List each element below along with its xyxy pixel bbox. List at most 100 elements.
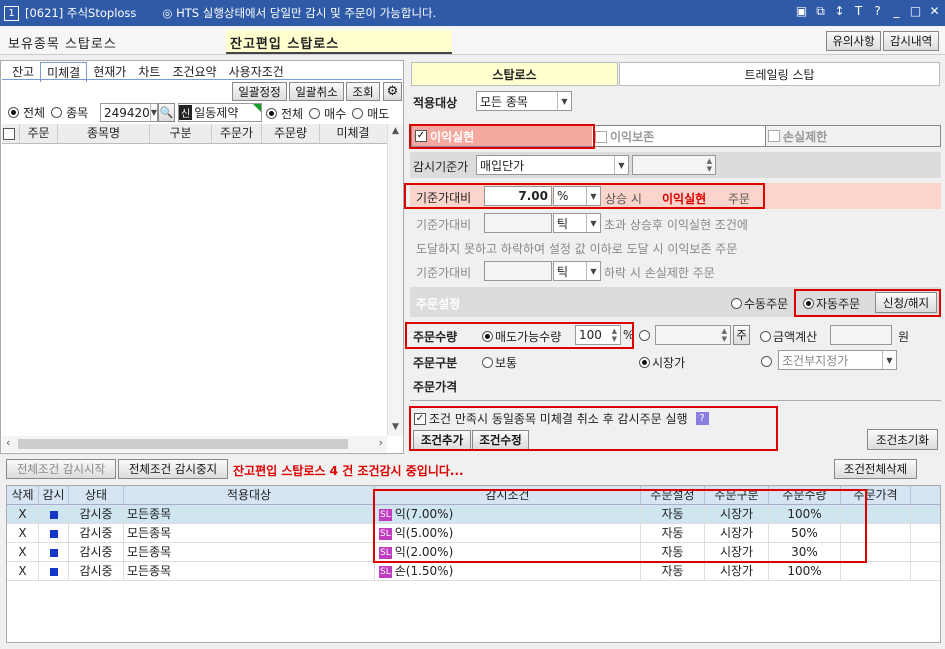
cond-price-select[interactable]: 조건부지정가 ▼ <box>778 350 897 370</box>
gear-icon[interactable]: ⚙ <box>383 82 402 101</box>
table-row[interactable]: X 감시중 모든종목 SL 손(1.50%) 자동 시장가 100% <box>7 562 940 581</box>
base-price-select[interactable]: 매입단가 ▼ <box>476 155 629 175</box>
delete-all-button[interactable]: 조건전체삭제 <box>834 459 917 479</box>
hts-notice: ◎ HTS 실행상태에서 당일만 감시 및 주문이 가능합니다. <box>162 6 437 20</box>
query-button[interactable]: 조회 <box>346 82 380 101</box>
spinner-icon[interactable]: ▲ ▼ <box>707 157 712 173</box>
normal-order-radio[interactable]: 보통 <box>482 354 517 371</box>
loss-tick-input[interactable] <box>484 261 552 281</box>
scroll-left-icon[interactable]: ‹ <box>6 436 10 449</box>
target-cell: 모든종목 <box>124 543 375 561</box>
scroll-thumb[interactable] <box>18 439 348 449</box>
scroll-down-icon[interactable]: ▼ <box>388 422 403 432</box>
share-qty-radio[interactable] <box>639 328 652 342</box>
delete-cell[interactable]: X <box>7 562 39 580</box>
watch-square-icon <box>49 567 58 576</box>
table-highlight <box>373 489 867 563</box>
minimize-icon[interactable]: _ <box>890 4 903 19</box>
horizontal-scrollbar[interactable]: ‹ › <box>2 436 387 452</box>
col-delete: 삭제 <box>7 486 39 504</box>
window-number: 1 <box>4 5 19 21</box>
loss-check[interactable]: 손실제한 <box>765 126 940 146</box>
watch-cell[interactable] <box>39 543 69 561</box>
history-button[interactable]: 감시내역 <box>883 31 939 51</box>
manual-order-label: 수동주문 <box>744 297 789 311</box>
watch-square-icon <box>49 510 58 519</box>
watch-cell[interactable] <box>39 524 69 542</box>
scroll-up-icon[interactable]: ▲ <box>388 126 403 136</box>
tab-trailing-stop[interactable]: 트레일링 스탑 <box>619 62 940 86</box>
radio-buy-label: 매수 <box>324 107 347 121</box>
start-all-button[interactable]: 전체조건 감시시작 <box>6 459 116 479</box>
radio-trade-all[interactable] <box>266 108 277 119</box>
select-all-checkbox[interactable] <box>2 124 20 143</box>
bulk-cancel-button[interactable]: 일괄취소 <box>289 82 344 101</box>
radio-stock[interactable] <box>51 107 63 118</box>
window-title: [0621] 주식Stoploss <box>25 6 137 20</box>
balance-stoploss-tab[interactable]: 잔고편입 스탑로스 <box>226 30 452 54</box>
notice-button[interactable]: 유의사항 <box>826 31 881 51</box>
delete-cell[interactable]: X <box>7 505 39 523</box>
corner-mark-icon <box>253 104 261 112</box>
chevron-down-icon: ▼ <box>586 214 600 232</box>
stock-name: 일동제약 <box>194 106 239 120</box>
scroll-right-icon[interactable]: › <box>379 436 383 449</box>
protect-check-label: 이익보존 <box>610 130 655 144</box>
protect-text: 초과 상승후 이익실현 조건에 <box>604 218 748 232</box>
watch-cell[interactable] <box>39 505 69 523</box>
amount-input[interactable] <box>830 325 892 345</box>
condition-cell: SL 손(1.50%) <box>375 562 641 580</box>
won-unit: 원 <box>898 330 910 344</box>
loss-unit-select[interactable]: 틱 ▼ <box>553 261 601 281</box>
help-icon[interactable]: ? <box>871 4 884 19</box>
stop-all-button[interactable]: 전체조건 감시중지 <box>118 459 228 479</box>
qty-highlight <box>405 322 634 349</box>
share-qty-input[interactable]: ▲ ▼ <box>655 325 731 345</box>
search-icon[interactable]: 🔍 <box>158 103 175 122</box>
radio-buy[interactable] <box>309 108 321 119</box>
stoploss-badge-icon: SL <box>379 565 392 578</box>
radio-stock-label: 종목 <box>66 106 89 120</box>
auto-order-highlight <box>794 289 941 317</box>
font-icon[interactable]: T <box>852 4 865 19</box>
stock-name-box[interactable]: 신 일동제약 <box>178 103 262 122</box>
maximize-icon[interactable]: □ <box>909 4 922 19</box>
bulk-modify-button[interactable]: 일괄정정 <box>232 82 287 101</box>
vertical-scrollbar[interactable]: ▲ ▼ <box>387 124 403 436</box>
delete-cell[interactable]: X <box>7 543 39 561</box>
holding-stoploss-tab[interactable]: 보유종목 스탑로스 <box>8 33 117 52</box>
radio-all[interactable] <box>8 107 19 118</box>
target-select[interactable]: 모든 종목 ▼ <box>476 91 572 111</box>
state-cell: 감시중 <box>69 543 124 561</box>
radio-sell[interactable] <box>352 108 364 119</box>
link-icon[interactable]: ⧉ <box>814 4 827 19</box>
protect-unit-select[interactable]: 틱 ▼ <box>553 213 601 233</box>
mode-header: 보유종목 스탑로스 잔고편입 스탑로스 <box>0 27 945 55</box>
close-icon[interactable]: ✕ <box>928 4 941 19</box>
resize-icon[interactable]: ↕ <box>833 4 846 19</box>
target-cell: 모든종목 <box>124 505 375 523</box>
cond-order-radio[interactable] <box>761 354 774 368</box>
spinner-icon[interactable]: ▲ ▼ <box>722 327 727 343</box>
watch-cell[interactable] <box>39 562 69 580</box>
delete-cell[interactable]: X <box>7 524 39 542</box>
cond-price-value: 조건부지정가 <box>782 353 849 368</box>
col-unfilled: 미체결 <box>336 126 370 140</box>
chevron-down-icon: ▼ <box>557 92 571 110</box>
col-watch: 감시 <box>39 486 69 504</box>
market-order-radio[interactable]: 시장가 <box>639 354 685 371</box>
qty-cell: 100% <box>769 562 841 580</box>
share-unit: 주 <box>733 325 750 345</box>
target-label: 적용대상 <box>413 96 458 110</box>
protect-check[interactable]: 이익보존 <box>595 128 654 145</box>
base-price-input[interactable]: ▲ ▼ <box>632 155 716 175</box>
manual-order-radio[interactable]: 수동주문 <box>731 295 788 312</box>
trade-filter: 전체 매수 매도 <box>266 105 389 122</box>
tab-stoploss[interactable]: 스탑로스 <box>411 62 618 86</box>
amount-calc-radio[interactable]: 금액계산 <box>760 328 817 345</box>
reset-condition-button[interactable]: 조건초기화 <box>867 429 938 450</box>
protect-tick-input[interactable] <box>484 213 552 233</box>
capture-icon[interactable]: ▣ <box>795 4 808 19</box>
profit-highlight <box>409 124 595 149</box>
account-select[interactable]: 249420 ▼ <box>100 103 158 122</box>
